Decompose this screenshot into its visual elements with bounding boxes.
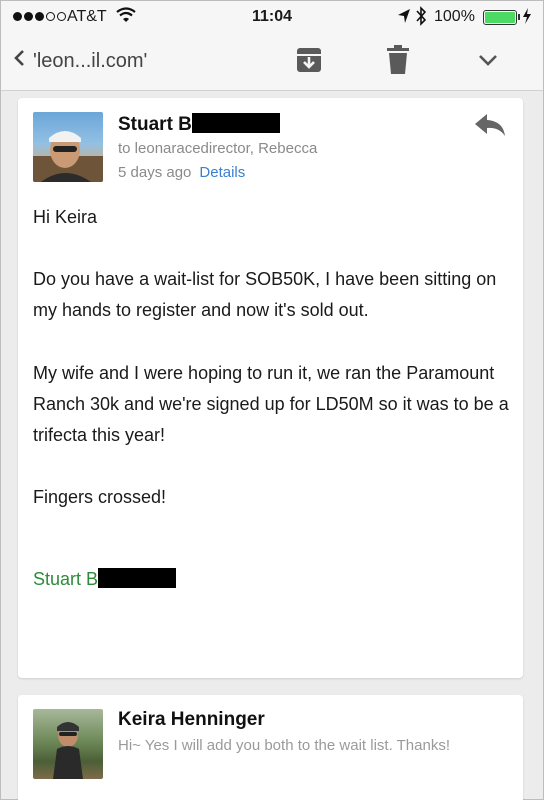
avatar bbox=[33, 112, 103, 182]
delete-button[interactable] bbox=[381, 44, 415, 80]
body-paragraph: My wife and I were hoping to run it, we … bbox=[33, 363, 509, 445]
recipients: to leonaracedirector, Rebecca bbox=[118, 140, 318, 157]
body-paragraph: Do you have a wait-list for SOB50K, I ha… bbox=[33, 269, 497, 320]
trash-icon bbox=[386, 44, 410, 80]
archive-button[interactable] bbox=[292, 45, 326, 79]
phone-screen: AT&T 11:04 100% 'leon...il.com' Stuart B… bbox=[0, 0, 544, 800]
details-link[interactable]: Details bbox=[199, 164, 245, 181]
back-button[interactable]: 'leon...il.com' bbox=[13, 49, 147, 73]
status-bar: AT&T 11:04 100% bbox=[1, 1, 543, 33]
redaction-bar bbox=[191, 113, 280, 133]
body-paragraph: Fingers crossed! bbox=[33, 487, 167, 507]
chevron-down-icon bbox=[478, 53, 498, 71]
redaction-bar bbox=[98, 568, 177, 588]
collapsed-message-card[interactable]: Keira Henninger Hi~ Yes I will add you b… bbox=[18, 695, 523, 800]
message-card: Stuart B to leonaracedirector, Rebecca 5… bbox=[18, 98, 523, 678]
chevron-left-icon bbox=[13, 49, 25, 73]
battery-icon bbox=[483, 10, 517, 25]
mail-toolbar: 'leon...il.com' bbox=[1, 33, 543, 91]
battery-percentage: 100% bbox=[434, 8, 475, 25]
greeting: Hi Keira bbox=[33, 207, 98, 227]
reply-icon bbox=[473, 114, 507, 142]
avatar bbox=[33, 709, 103, 779]
charging-bolt-icon bbox=[522, 7, 532, 30]
reply-button[interactable] bbox=[473, 112, 507, 143]
signature: Stuart B bbox=[33, 568, 177, 590]
archive-icon bbox=[295, 46, 323, 79]
battery-cap bbox=[518, 14, 520, 20]
snippet-fade bbox=[458, 733, 498, 757]
location-arrow-icon bbox=[397, 8, 411, 29]
sender-name: Stuart B bbox=[118, 113, 280, 136]
more-options-button[interactable] bbox=[471, 45, 505, 79]
back-label: 'leon...il.com' bbox=[33, 49, 148, 72]
bluetooth-icon bbox=[415, 6, 427, 31]
message-meta: 5 days ago Details bbox=[118, 164, 245, 181]
sender-name: Keira Henninger bbox=[118, 709, 265, 730]
message-snippet: Hi~ Yes I will add you both to the wait … bbox=[118, 737, 450, 754]
message-date: 5 days ago bbox=[118, 164, 192, 181]
